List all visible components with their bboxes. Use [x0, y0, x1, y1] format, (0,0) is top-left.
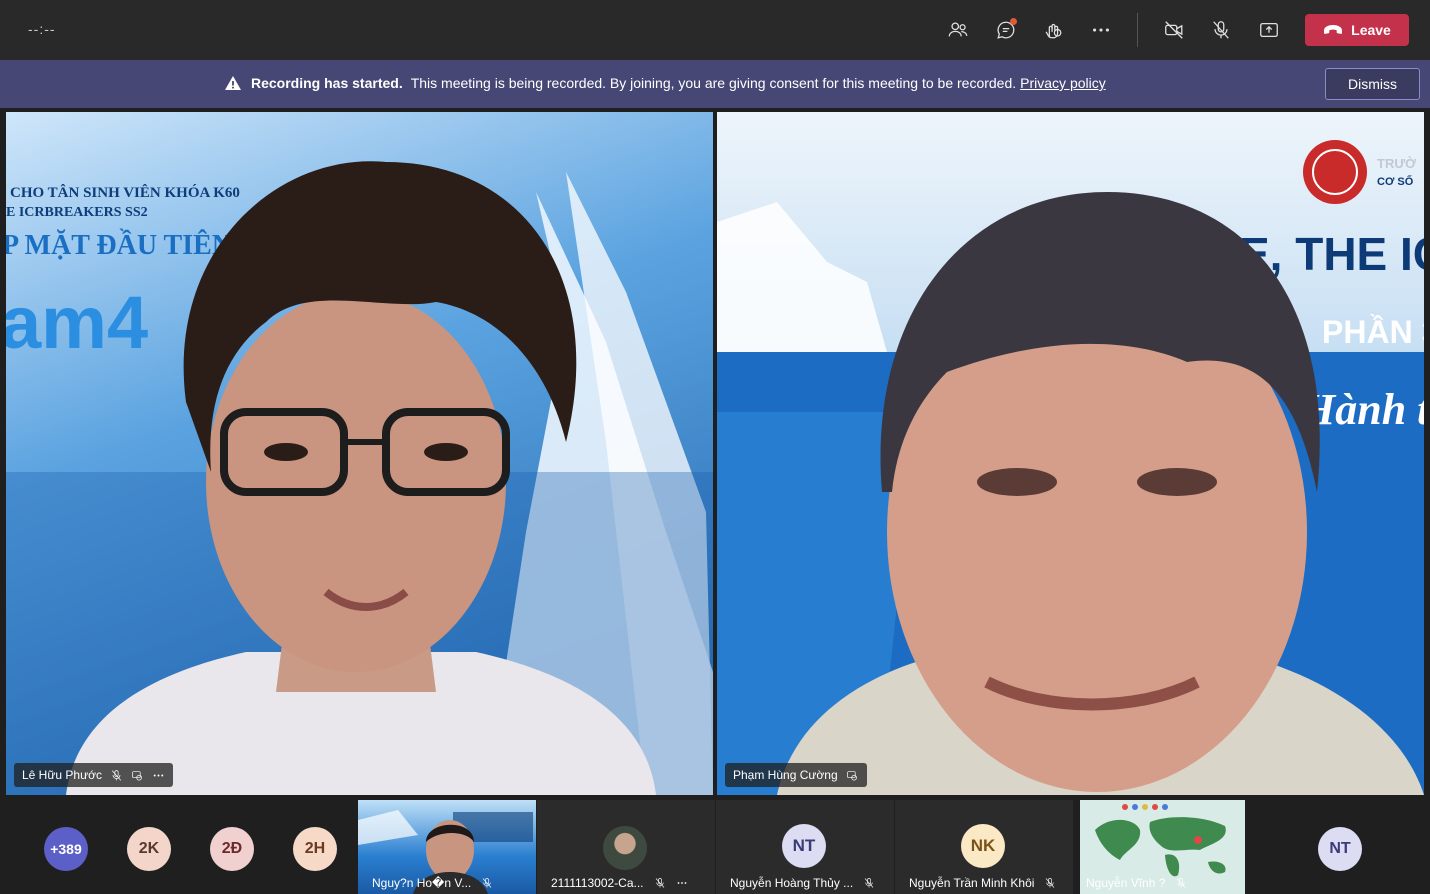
hangup-icon	[1324, 25, 1343, 34]
share-icon[interactable]	[1254, 15, 1284, 45]
mic-off-icon	[1177, 878, 1186, 888]
mic-off-icon	[483, 878, 492, 888]
chat-icon[interactable]	[991, 15, 1021, 45]
participant-name: 2111113002-Ca...	[551, 876, 644, 890]
participant-video-tile[interactable]: Nguy?n Ho�n V...	[358, 800, 536, 894]
mic-off-icon[interactable]	[1206, 15, 1236, 45]
banner-message: This meeting is being recorded. By joini…	[410, 75, 1017, 91]
leave-label: Leave	[1351, 22, 1391, 38]
mic-off-icon	[111, 769, 122, 781]
more-icon[interactable]	[676, 877, 688, 889]
participant-photo-avatar	[603, 826, 647, 870]
reactions-icon[interactable]	[1038, 15, 1068, 45]
participant-avatar[interactable]: 2K	[127, 827, 171, 871]
participant-avatar: NT	[782, 824, 826, 868]
meeting-timer: --:--	[28, 21, 56, 37]
more-icon[interactable]	[152, 769, 165, 782]
overflow-participants-button[interactable]: +389	[44, 827, 88, 871]
participant-name: Lê Hữu Phước	[22, 768, 102, 782]
privacy-policy-link[interactable]: Privacy policy	[1020, 75, 1106, 91]
mic-off-icon	[1046, 878, 1055, 888]
camera-off-icon[interactable]	[1159, 15, 1189, 45]
meeting-toolbar: --:-- Leave	[0, 0, 1430, 60]
video-tile-main-right[interactable]: E, THE ICE PHẦN 3: Hành tr TRƯỜ CƠ SỐ Ph…	[717, 112, 1424, 795]
participant-tile[interactable]: 2111113002-Ca...	[537, 800, 715, 894]
participant-name: Nguyễn Hoàng Thủy ...	[730, 876, 854, 890]
participant-name: Nguyễn Trần Minh Khôi	[909, 876, 1035, 890]
participant-name: Phạm Hùng Cường	[733, 768, 838, 782]
leave-button[interactable]: Leave	[1305, 14, 1409, 46]
participant-name: Nguy?n Ho�n V...	[372, 876, 472, 890]
participant-avatar[interactable]: NT	[1318, 827, 1362, 871]
banner-title: Recording has started.	[251, 75, 403, 91]
participant-name: Nguyễn Vĩnh ?	[1086, 876, 1166, 890]
dismiss-button[interactable]: Dismiss	[1325, 68, 1420, 100]
warning-icon	[225, 76, 241, 90]
background-effect-icon	[132, 770, 142, 780]
participant-tile[interactable]: NT Nguyễn Hoàng Thủy ...	[716, 800, 894, 894]
participant-video-person	[777, 192, 1424, 795]
participant-name-chip: Phạm Hùng Cường	[725, 763, 867, 787]
participant-video-person	[66, 161, 656, 795]
mic-off-icon	[655, 878, 664, 888]
participant-name-chip: Lê Hữu Phước	[14, 763, 173, 787]
background-effect-icon	[846, 770, 857, 780]
participant-video-tile[interactable]: Nguyễn Vĩnh ?	[1080, 800, 1245, 894]
participant-avatar[interactable]: 2H	[293, 827, 337, 871]
video-tile-main-left[interactable]: CHO TÂN SINH VIÊN KHÓA K60 E ICRBREAKERS…	[6, 112, 713, 795]
participant-avatar: NK	[961, 824, 1005, 868]
more-icon[interactable]	[1086, 15, 1116, 45]
mic-off-icon	[864, 878, 874, 888]
recording-banner: Recording has started. This meeting is b…	[0, 60, 1430, 108]
participant-tile[interactable]: NK Nguyễn Trần Minh Khôi	[895, 800, 1073, 894]
people-icon[interactable]	[943, 15, 973, 45]
toolbar-divider	[1137, 13, 1138, 47]
chat-notification-dot	[1010, 18, 1017, 25]
participant-avatar[interactable]: 2Đ	[210, 827, 254, 871]
